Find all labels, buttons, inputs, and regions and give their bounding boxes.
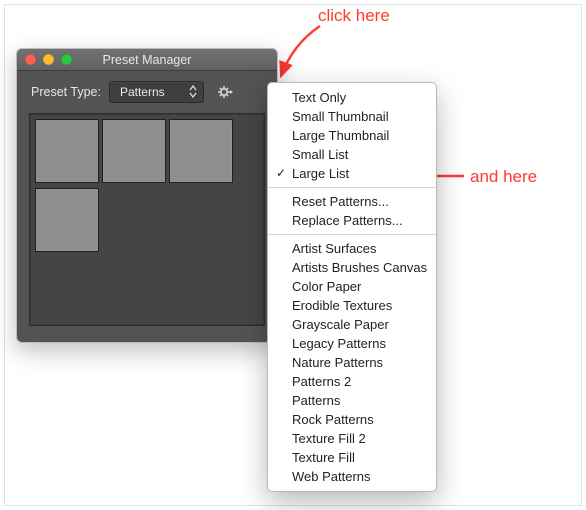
preset-type-select[interactable]: Patterns (109, 81, 204, 103)
menu-item-artist-surfaces[interactable]: Artist Surfaces (268, 239, 436, 258)
toolbar: Preset Type: Patterns (17, 71, 277, 109)
close-icon[interactable] (25, 54, 36, 65)
menu-item-texture-fill[interactable]: Texture Fill (268, 448, 436, 467)
menu-separator (268, 234, 436, 235)
updown-icon (189, 85, 197, 98)
menu-item-grayscale-paper[interactable]: Grayscale Paper (268, 315, 436, 334)
menu-item-patterns[interactable]: Patterns (268, 391, 436, 410)
menu-separator (268, 187, 436, 188)
titlebar[interactable]: Preset Manager (17, 49, 277, 71)
window-title: Preset Manager (103, 53, 192, 67)
preset-grid (29, 113, 265, 326)
menu-item-small-thumbnail[interactable]: Small Thumbnail (268, 107, 436, 126)
menu-item-web-patterns[interactable]: Web Patterns (268, 467, 436, 486)
annotation-arrow-1 (275, 24, 335, 84)
annotation-and-here: and here (470, 167, 537, 187)
menu-item-nature-patterns[interactable]: Nature Patterns (268, 353, 436, 372)
menu-item-large-thumbnail[interactable]: Large Thumbnail (268, 126, 436, 145)
preset-type-label: Preset Type: (31, 85, 101, 99)
preset-thumbnail[interactable] (102, 119, 166, 183)
menu-item-artists-brushes-canvas[interactable]: Artists Brushes Canvas (268, 258, 436, 277)
menu-item-patterns-2[interactable]: Patterns 2 (268, 372, 436, 391)
menu-item-small-list[interactable]: Small List (268, 145, 436, 164)
menu-item-reset-patterns[interactable]: Reset Patterns... (268, 192, 436, 211)
menu-item-text-only[interactable]: Text Only (268, 88, 436, 107)
menu-item-large-list[interactable]: Large List (268, 164, 436, 183)
annotation-click-here: click here (318, 6, 390, 26)
menu-item-color-paper[interactable]: Color Paper (268, 277, 436, 296)
gear-icon (216, 83, 234, 101)
preset-thumbnail[interactable] (35, 188, 99, 252)
maximize-icon[interactable] (61, 54, 72, 65)
menu-item-texture-fill-2[interactable]: Texture Fill 2 (268, 429, 436, 448)
menu-item-erodible-textures[interactable]: Erodible Textures (268, 296, 436, 315)
menu-item-legacy-patterns[interactable]: Legacy Patterns (268, 334, 436, 353)
minimize-icon[interactable] (43, 54, 54, 65)
preset-thumbnail[interactable] (35, 119, 99, 183)
preset-thumbnail[interactable] (169, 119, 233, 183)
menu-item-rock-patterns[interactable]: Rock Patterns (268, 410, 436, 429)
menu-item-replace-patterns[interactable]: Replace Patterns... (268, 211, 436, 230)
window-controls (25, 54, 72, 65)
preset-type-value: Patterns (120, 85, 165, 99)
preset-manager-window: Preset Manager Preset Type: Patterns (16, 48, 278, 343)
flyout-menu: Text Only Small Thumbnail Large Thumbnai… (267, 82, 437, 492)
flyout-menu-button[interactable] (216, 83, 234, 101)
